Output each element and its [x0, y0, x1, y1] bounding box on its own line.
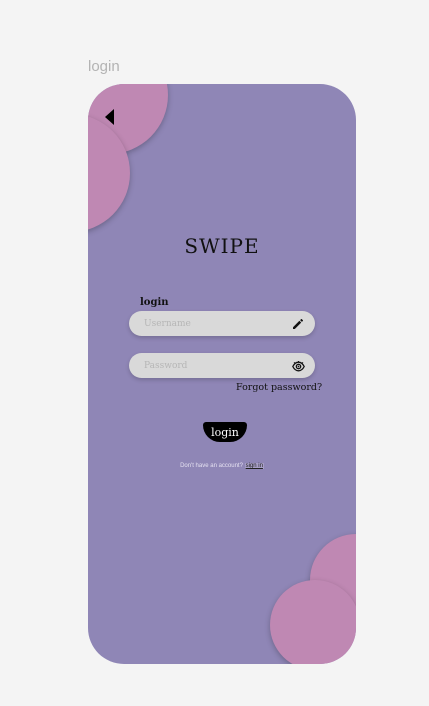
login-button[interactable]: login — [203, 422, 247, 442]
app-title: SWIPE — [184, 234, 260, 258]
forgot-password-link[interactable]: Forgot password? — [236, 382, 322, 393]
username-field-container — [129, 311, 315, 336]
no-account-text: Don't have an account? — [180, 463, 243, 469]
signup-prompt: Don't have an account? sign in — [88, 463, 356, 469]
back-button[interactable] — [103, 108, 117, 126]
username-label: login — [140, 297, 169, 308]
pencil-icon[interactable] — [291, 317, 305, 331]
password-input[interactable] — [144, 353, 284, 378]
decorative-circle-bottom — [270, 580, 356, 664]
phone-screen: SWIPE login Forgot password? login Don' — [88, 84, 356, 664]
username-input[interactable] — [144, 311, 284, 336]
sign-in-link[interactable]: sign in — [244, 463, 264, 469]
frame-label: login — [88, 58, 120, 75]
back-arrow-icon — [105, 109, 114, 125]
password-field-container — [129, 353, 315, 378]
eye-icon[interactable] — [291, 359, 305, 373]
